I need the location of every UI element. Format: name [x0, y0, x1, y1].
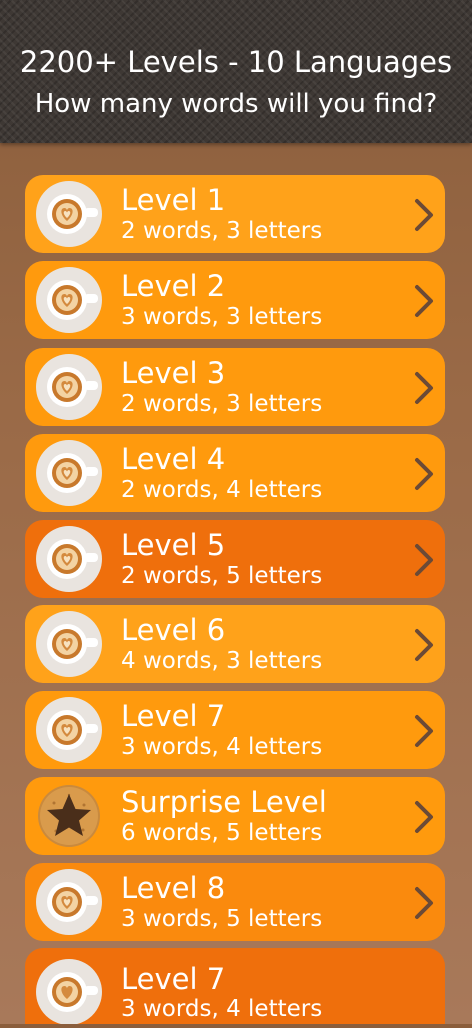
latte-cup-icon: [36, 181, 102, 247]
level-row[interactable]: Level 4 2 words, 4 letters: [25, 434, 445, 512]
level-row[interactable]: Level 7 3 words, 4 letters: [25, 691, 445, 769]
level-title: Level 5: [121, 528, 226, 562]
chevron-right-icon: [415, 458, 433, 490]
chevron-right-icon: [415, 887, 433, 919]
surprise-level-row[interactable]: Surprise Level 6 words, 5 letters: [25, 777, 445, 855]
level-detail: 2 words, 3 letters: [121, 391, 323, 417]
chevron-right-icon: [415, 285, 433, 317]
chevron-right-icon: [415, 629, 433, 661]
level-title: Level 2: [121, 269, 226, 303]
level-row[interactable]: Level 5 2 words, 5 letters: [25, 520, 445, 598]
level-title: Surprise Level: [121, 785, 327, 819]
level-row[interactable]: Level 2 3 words, 3 letters: [25, 261, 445, 339]
level-title: Level 6: [121, 613, 226, 647]
level-title: Level 4: [121, 442, 226, 476]
level-title: Level 1: [121, 183, 226, 217]
level-row[interactable]: Level 6 4 words, 3 letters: [25, 605, 445, 683]
level-detail: 2 words, 4 letters: [121, 477, 323, 503]
latte-cup-icon: [36, 440, 102, 506]
latte-cup-icon: [36, 954, 102, 1025]
level-row[interactable]: Level 7 3 words, 4 letters: [25, 948, 445, 1025]
header-banner: 2200+ Levels - 10 Languages How many wor…: [0, 0, 472, 143]
level-row[interactable]: Level 1 2 words, 3 letters: [25, 175, 445, 253]
latte-cup-icon: [36, 869, 102, 935]
level-detail: 6 words, 5 letters: [121, 820, 323, 846]
level-detail: 2 words, 3 letters: [121, 218, 323, 244]
level-title: Level 3: [121, 356, 226, 390]
latte-cup-icon: [36, 267, 102, 333]
star-cookie-icon: [36, 783, 102, 849]
level-detail: 2 words, 5 letters: [121, 563, 323, 589]
level-list: Level 1 2 words, 3 letters Level 2 3 wor…: [0, 0, 472, 1025]
header-title: 2200+ Levels - 10 Languages: [19, 45, 453, 79]
chevron-right-icon: [415, 715, 433, 747]
level-detail: 3 words, 4 letters: [121, 734, 323, 760]
level-title: Level 7: [121, 699, 226, 733]
level-detail: 3 words, 3 letters: [121, 304, 323, 330]
level-title: Level 7: [121, 962, 226, 996]
level-detail: 3 words, 5 letters: [121, 906, 323, 932]
latte-cup-icon: [36, 526, 102, 592]
header-subtitle: How many words will you find?: [34, 89, 438, 119]
level-row[interactable]: Level 3 2 words, 3 letters: [25, 348, 445, 426]
level-title: Level 8: [121, 871, 226, 905]
level-row[interactable]: Level 8 3 words, 5 letters: [25, 863, 445, 941]
latte-cup-icon: [36, 354, 102, 420]
level-detail: 4 words, 3 letters: [121, 648, 323, 674]
latte-cup-icon: [36, 697, 102, 763]
latte-cup-icon: [36, 611, 102, 677]
chevron-right-icon: [415, 544, 433, 576]
level-detail: 3 words, 4 letters: [121, 996, 323, 1022]
chevron-right-icon: [415, 199, 433, 231]
chevron-right-icon: [415, 801, 433, 833]
chevron-right-icon: [415, 372, 433, 404]
